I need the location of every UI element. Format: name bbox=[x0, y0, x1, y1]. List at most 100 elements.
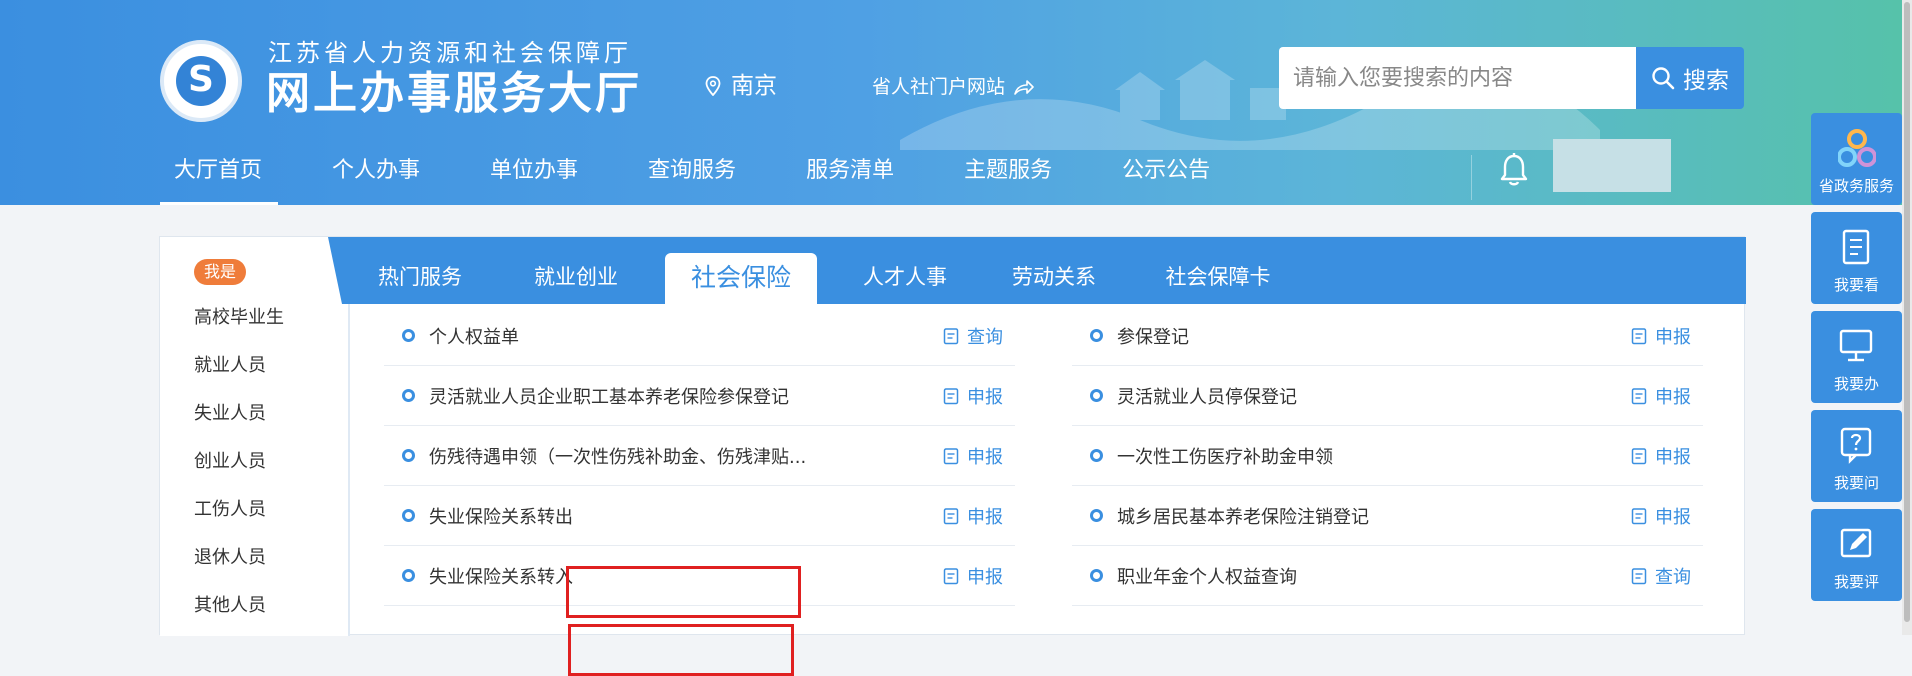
float-label: 省政务服务 bbox=[1818, 177, 1894, 195]
bullet-icon bbox=[402, 329, 415, 342]
bullet-icon bbox=[1090, 389, 1103, 402]
tab-talent[interactable]: 人才人事 bbox=[845, 237, 965, 304]
apply-action[interactable]: 申报 bbox=[1631, 383, 1691, 409]
list-item[interactable]: 职业年金个人权益查询 查询 bbox=[1072, 546, 1703, 606]
sidebar-item-unemployed[interactable]: 失业人员 bbox=[194, 402, 266, 426]
sidebar-item-other[interactable]: 其他人员 bbox=[194, 594, 266, 618]
sidebar-item-retired[interactable]: 退休人员 bbox=[194, 546, 266, 570]
site-subtitle: 江苏省人力资源和社会保障厅 bbox=[268, 39, 632, 67]
service-list: 个人权益单 查询 灵活就业人员企业职工基本养老保险参保登记 申报 伤残待遇申领（… bbox=[348, 304, 1746, 676]
nav-item-organization[interactable]: 单位办事 bbox=[474, 148, 594, 205]
service-label[interactable]: 灵活就业人员停保登记 bbox=[1117, 383, 1297, 409]
float-label: 我要办 bbox=[1833, 375, 1879, 393]
form-icon bbox=[1631, 507, 1647, 524]
service-panel: 我是 高校毕业生 就业人员 失业人员 创业人员 工伤人员 退休人员 其他人员 热… bbox=[159, 236, 1746, 676]
main-nav: 大厅首页 个人办事 单位办事 查询服务 服务清单 主题服务 公示公告 bbox=[160, 148, 1264, 205]
sidebar-item-work-injury[interactable]: 工伤人员 bbox=[194, 498, 266, 522]
nav-item-theme[interactable]: 主题服务 bbox=[948, 148, 1068, 205]
float-label: 我要问 bbox=[1833, 474, 1879, 492]
list-item[interactable]: 失业保险关系转入 申报 bbox=[384, 546, 1015, 606]
list-item[interactable]: 一次性工伤医疗补助金申领 申报 bbox=[1072, 426, 1703, 486]
nav-item-home[interactable]: 大厅首页 bbox=[160, 148, 279, 205]
service-label[interactable]: 个人权益单 bbox=[429, 323, 519, 349]
nav-item-query[interactable]: 查询服务 bbox=[632, 148, 752, 205]
bullet-icon bbox=[1090, 569, 1103, 582]
search-icon bbox=[1652, 67, 1675, 90]
nav-item-service-list[interactable]: 服务清单 bbox=[790, 148, 910, 205]
list-item[interactable]: 灵活就业人员企业职工基本养老保险参保登记 申报 bbox=[384, 366, 1015, 426]
tab-social-insurance[interactable]: 社会保险 bbox=[665, 253, 817, 304]
sidebar: 我是 高校毕业生 就业人员 失业人员 创业人员 工伤人员 退休人员 其他人员 bbox=[160, 237, 348, 636]
sidebar-item-graduate[interactable]: 高校毕业生 bbox=[194, 306, 284, 330]
logo-icon[interactable]: S bbox=[160, 40, 242, 122]
apply-action[interactable]: 申报 bbox=[943, 503, 1003, 529]
user-avatar-box[interactable] bbox=[1553, 139, 1671, 192]
tab-employment[interactable]: 就业创业 bbox=[516, 237, 636, 304]
handle-button[interactable]: 我要办 bbox=[1811, 311, 1902, 403]
form-icon bbox=[1631, 387, 1647, 404]
service-label[interactable]: 失业保险关系转入 bbox=[429, 563, 573, 589]
service-label[interactable]: 参保登记 bbox=[1117, 323, 1189, 349]
list-item[interactable]: 伤残待遇申领（一次性伤残补助金、伤残津贴... 申报 bbox=[384, 426, 1015, 486]
float-label: 我要看 bbox=[1833, 276, 1879, 294]
search-button-label: 搜索 bbox=[1683, 68, 1729, 94]
apply-action[interactable]: 申报 bbox=[943, 563, 1003, 589]
form-icon bbox=[943, 567, 959, 584]
form-icon bbox=[943, 447, 959, 464]
rate-button[interactable]: 我要评 bbox=[1811, 509, 1902, 601]
list-item[interactable]: 失业保险关系转出 申报 bbox=[384, 486, 1015, 546]
scrollbar[interactable] bbox=[1902, 0, 1912, 635]
list-item[interactable]: 参保登记 申报 bbox=[1072, 306, 1703, 366]
list-item[interactable]: 个人权益单 查询 bbox=[384, 306, 1015, 366]
gov-service-button[interactable]: 省政务服务 bbox=[1811, 113, 1902, 205]
bullet-icon bbox=[1090, 509, 1103, 522]
service-label[interactable]: 失业保险关系转出 bbox=[429, 503, 573, 529]
view-button[interactable]: 我要看 bbox=[1811, 212, 1902, 304]
tab-labor-relations[interactable]: 劳动关系 bbox=[994, 237, 1114, 304]
question-icon bbox=[1840, 427, 1872, 464]
nav-item-personal[interactable]: 个人办事 bbox=[316, 148, 436, 205]
apply-action[interactable]: 申报 bbox=[1631, 443, 1691, 469]
service-label[interactable]: 职业年金个人权益查询 bbox=[1117, 563, 1297, 589]
bullet-icon bbox=[402, 449, 415, 462]
search-input[interactable] bbox=[1279, 47, 1644, 109]
service-label[interactable]: 灵活就业人员企业职工基本养老保险参保登记 bbox=[429, 383, 789, 409]
nav-divider bbox=[1471, 155, 1472, 200]
site-header: S 江苏省人力资源和社会保障厅 网上办事服务大厅 南京 省人社门户网站 搜索 大… bbox=[0, 0, 1912, 205]
list-item[interactable]: 灵活就业人员停保登记 申报 bbox=[1072, 366, 1703, 426]
query-action[interactable]: 查询 bbox=[943, 323, 1003, 349]
location-selector[interactable]: 南京 bbox=[705, 70, 777, 102]
service-label[interactable]: 城乡居民基本养老保险注销登记 bbox=[1117, 503, 1369, 529]
bullet-icon bbox=[402, 509, 415, 522]
service-label[interactable]: 一次性工伤医疗补助金申领 bbox=[1117, 443, 1333, 469]
sidebar-item-employed[interactable]: 就业人员 bbox=[194, 354, 266, 378]
search-button[interactable]: 搜索 bbox=[1636, 47, 1744, 109]
apply-action[interactable]: 申报 bbox=[943, 443, 1003, 469]
location-pin-icon bbox=[705, 76, 721, 96]
list-item[interactable]: 城乡居民基本养老保险注销登记 申报 bbox=[1072, 486, 1703, 546]
portal-link[interactable]: 省人社门户网站 bbox=[872, 72, 1035, 102]
sidebar-item-entrepreneur[interactable]: 创业人员 bbox=[194, 450, 266, 474]
monitor-icon bbox=[1839, 329, 1873, 362]
bullet-icon bbox=[1090, 449, 1103, 462]
float-label: 我要评 bbox=[1833, 573, 1879, 591]
apply-action[interactable]: 申报 bbox=[943, 383, 1003, 409]
query-action[interactable]: 查询 bbox=[1631, 563, 1691, 589]
bullet-icon bbox=[1090, 329, 1103, 342]
form-icon bbox=[1631, 327, 1647, 344]
form-icon bbox=[943, 327, 959, 344]
apply-action[interactable]: 申报 bbox=[1631, 323, 1691, 349]
nav-item-announcement[interactable]: 公示公告 bbox=[1106, 148, 1226, 205]
form-icon bbox=[1631, 447, 1647, 464]
bell-icon[interactable] bbox=[1498, 152, 1530, 188]
apply-action[interactable]: 申报 bbox=[1631, 503, 1691, 529]
site-title: 网上办事服务大厅 bbox=[266, 68, 642, 119]
tab-social-security-card[interactable]: 社会保障卡 bbox=[1148, 237, 1288, 304]
ask-button[interactable]: 我要问 bbox=[1811, 410, 1902, 502]
notebook-icon bbox=[1842, 229, 1870, 265]
tab-bar: 热门服务 就业创业 社会保险 人才人事 劳动关系 社会保障卡 bbox=[328, 237, 1746, 304]
service-label[interactable]: 伤残待遇申领（一次性伤残补助金、伤残津贴... bbox=[429, 443, 806, 469]
tab-hot-services[interactable]: 热门服务 bbox=[360, 237, 480, 304]
bullet-icon bbox=[402, 389, 415, 402]
scrollbar-thumb[interactable] bbox=[1904, 2, 1910, 622]
